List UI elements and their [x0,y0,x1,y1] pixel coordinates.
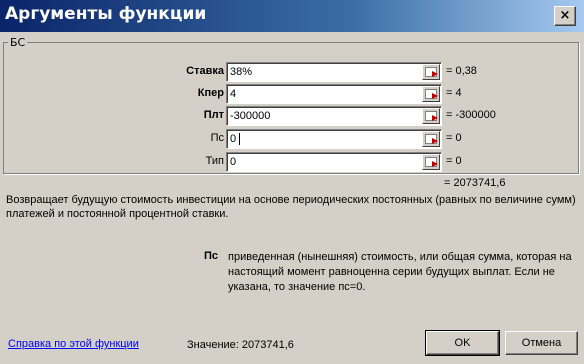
arg-input-type[interactable] [229,154,420,170]
text-cursor [239,133,240,145]
arg-row-rate: Ставка = 0,38 [4,62,580,82]
range-select-icon [425,67,437,77]
arg-input-pmt[interactable] [229,108,420,124]
function-name: БС [10,36,26,49]
arg-field-pv[interactable] [226,129,442,149]
range-select-icon [425,89,437,99]
arg-row-type: Тип = 0 [4,152,580,172]
arg-input-rate[interactable] [229,64,420,80]
cancel-button[interactable]: Отмена [505,331,578,355]
range-select-icon [425,111,437,121]
arg-field-rate[interactable] [226,62,442,82]
value-amount: 2073741,6 [241,339,294,351]
window-title: Аргументы функции [5,4,207,24]
close-icon: × [559,8,571,23]
ok-button[interactable]: OK [425,330,500,356]
range-select-button-nper[interactable] [422,86,440,102]
arg-input-nper[interactable] [229,86,420,102]
arg-label-pv: Пс [210,132,224,144]
value-label: Значение: [187,339,239,351]
arg-label-type: Тип [205,155,224,167]
param-description: приведенная (нынешняя) стоимость, или об… [228,251,572,293]
arg-input-pv[interactable] [229,131,420,147]
title-bar[interactable]: Аргументы функции × [0,0,584,32]
arg-label-nper: Кпер [197,87,224,99]
arguments-group: БС Ставка = 0,38 Кпер = 4 Плт [3,36,579,174]
range-select-button-pv[interactable] [422,131,440,147]
arg-field-type[interactable] [226,152,442,172]
range-select-button-type[interactable] [422,154,440,170]
range-select-icon [425,157,437,167]
value-display: Значение: 2073741,6 [187,339,294,351]
arg-field-nper[interactable] [226,84,442,104]
arg-row-pv: Пс = 0 [4,129,580,149]
close-button[interactable]: × [554,6,576,26]
param-name: Пс [204,250,219,262]
arg-field-pmt[interactable] [226,106,442,126]
arg-row-nper: Кпер = 4 [4,84,580,104]
range-select-icon [425,134,437,144]
arg-result-nper: = 4 [446,87,462,99]
arg-row-pmt: Плт = -300000 [4,106,580,126]
arg-label-rate: Ставка [186,65,224,77]
arg-result-pmt: = -300000 [446,109,496,121]
formula-result: = 2073741,6 [444,177,506,189]
arg-result-pv: = 0 [446,132,462,144]
arg-label-pmt: Плт [203,109,224,121]
range-select-button-rate[interactable] [422,64,440,80]
range-select-button-pmt[interactable] [422,108,440,124]
function-description: Возвращает будущую стоимость инвестиции … [6,194,576,220]
arg-result-type: = 0 [446,155,462,167]
help-link[interactable]: Справка по этой функции [8,338,139,350]
arg-result-rate: = 0,38 [446,65,477,77]
